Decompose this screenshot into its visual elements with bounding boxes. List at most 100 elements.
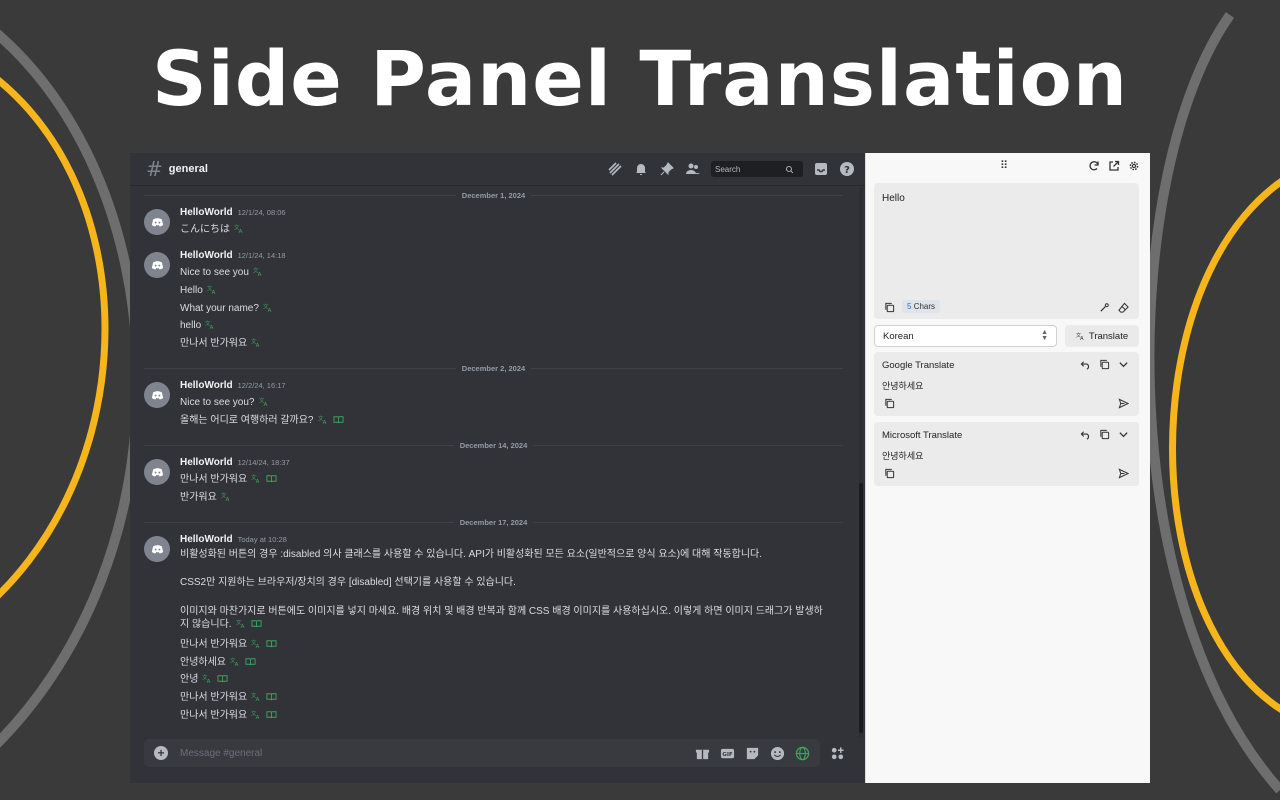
pin-icon[interactable] — [659, 161, 675, 177]
avatar[interactable] — [144, 382, 170, 408]
date-divider: December 2, 2024 — [144, 363, 843, 373]
translate-icon[interactable]: 文A — [318, 414, 329, 425]
result-toolbar — [1080, 359, 1129, 370]
book-icon[interactable] — [245, 656, 256, 667]
book-icon[interactable] — [266, 638, 277, 649]
message-author[interactable]: HelloWorld — [180, 380, 233, 391]
message-line: Nice to see you 文 A — [180, 266, 843, 279]
message-line: 안녕 文 A — [180, 673, 843, 686]
gif-icon[interactable]: GIF — [720, 746, 735, 761]
undo-icon[interactable] — [1080, 429, 1091, 440]
avatar[interactable] — [144, 459, 170, 485]
eraser-icon[interactable] — [1118, 302, 1129, 313]
svg-text:GIF: GIF — [722, 751, 733, 757]
bell-icon[interactable] — [633, 161, 649, 177]
svg-text:A: A — [263, 402, 267, 407]
translate-button[interactable]: 文A Translate — [1065, 325, 1139, 347]
discord-logo-icon — [151, 467, 163, 476]
svg-text:A: A — [256, 479, 260, 484]
chevron-down-icon[interactable] — [1118, 429, 1129, 440]
undo-icon[interactable] — [1080, 359, 1091, 370]
translate-icon[interactable]: 文A — [221, 491, 232, 502]
translate-icon[interactable]: 文A — [251, 709, 262, 720]
source-text-input[interactable]: Hello — [882, 193, 1127, 293]
message-line: 만나서 반가워요 文 A — [180, 473, 843, 486]
copy-icon[interactable] — [884, 302, 895, 313]
date-divider: December 14, 2024 — [144, 440, 843, 450]
translate-icon[interactable]: 文A — [253, 266, 264, 277]
copy-icon[interactable] — [884, 468, 895, 479]
message-author[interactable]: HelloWorld — [180, 534, 233, 545]
gift-icon[interactable] — [695, 746, 710, 761]
copy-icon[interactable] — [1099, 359, 1110, 370]
book-icon[interactable] — [251, 618, 262, 629]
help-icon[interactable]: ? — [839, 161, 855, 177]
message-timestamp: 12/2/24, 16:17 — [237, 381, 286, 390]
translate-icon[interactable]: 文A — [263, 302, 274, 313]
translate-icon[interactable]: 文A — [202, 673, 213, 684]
message-timestamp: 12/14/24, 18:37 — [237, 458, 290, 467]
translate-icon[interactable]: 文A — [251, 473, 262, 484]
book-icon[interactable] — [266, 709, 277, 720]
sticker-icon[interactable] — [745, 746, 760, 761]
globe-icon[interactable] — [795, 746, 810, 761]
svg-text:A: A — [256, 343, 260, 348]
members-icon[interactable] — [685, 161, 701, 177]
refresh-icon[interactable] — [1088, 160, 1100, 172]
date-divider: December 17, 2024 — [144, 517, 843, 527]
send-icon[interactable] — [1118, 468, 1129, 479]
avatar[interactable] — [144, 209, 170, 235]
svg-text:A: A — [268, 308, 272, 313]
translate-icon: 文A — [1076, 332, 1084, 341]
book-icon[interactable] — [332, 414, 344, 425]
drag-handle-icon[interactable]: ⠿ — [1000, 159, 1008, 172]
translate-icon[interactable]: 文A — [230, 656, 241, 667]
search-icon[interactable] — [785, 165, 794, 174]
message-author[interactable]: HelloWorld — [180, 207, 233, 218]
translate-icon[interactable]: 文A — [259, 396, 270, 407]
apps-icon[interactable] — [830, 746, 845, 761]
magic-wand-icon[interactable] — [1099, 302, 1110, 313]
avatar[interactable] — [144, 252, 170, 278]
translate-icon[interactable]: 文A — [236, 618, 247, 629]
message-line: What your name? 文 A — [180, 302, 843, 315]
translate-icon[interactable]: 文A — [205, 319, 216, 330]
result-card-google: Google Translate 안녕하세요 — [874, 352, 1139, 416]
copy-icon[interactable] — [884, 398, 895, 409]
inbox-icon[interactable] — [813, 161, 829, 177]
threads-icon[interactable] — [607, 161, 623, 177]
message-author[interactable]: HelloWorld — [180, 250, 233, 261]
search-input[interactable] — [715, 164, 785, 174]
settings-gear-icon[interactable] — [1128, 160, 1140, 172]
target-language-select[interactable]: Korean ▲ ▼ — [874, 325, 1057, 347]
translation-side-panel: ⠿ Hello 5 Chars Korean ▲ ▼ 文A Translate G… — [865, 153, 1150, 783]
book-icon[interactable] — [217, 673, 228, 684]
book-icon[interactable] — [266, 691, 277, 702]
message-line: 안녕하세요 文 A — [180, 656, 843, 669]
message-input[interactable] — [180, 747, 695, 759]
chevron-down-icon[interactable] — [1118, 359, 1129, 370]
copy-icon[interactable] — [1099, 429, 1110, 440]
translate-icon[interactable]: 文A — [251, 337, 262, 348]
book-icon[interactable] — [266, 473, 277, 484]
message-composer: + GIF — [144, 739, 820, 767]
emoji-icon[interactable] — [770, 746, 785, 761]
svg-text:A: A — [211, 290, 215, 295]
message-author[interactable]: HelloWorld — [180, 457, 233, 468]
date-divider: December 1, 2024 — [144, 190, 843, 200]
translate-icon[interactable]: 文A — [251, 638, 262, 649]
message-line: CSS2만 지원하는 브라우저/장치의 경우 [disabled] 선택기를 사… — [180, 577, 516, 588]
add-attachment-button[interactable]: + — [154, 746, 168, 760]
message-timestamp: 12/1/24, 08:06 — [237, 208, 286, 217]
send-icon[interactable] — [1118, 398, 1129, 409]
message-line: Nice to see you? 文 A — [180, 396, 843, 409]
open-external-icon[interactable] — [1108, 160, 1120, 172]
result-card-microsoft: Microsoft Translate 안녕하세요 — [874, 422, 1139, 486]
svg-text:?: ? — [844, 165, 850, 176]
svg-text:A: A — [322, 420, 326, 425]
translate-icon[interactable]: 文A — [207, 284, 218, 295]
translate-icon[interactable]: 文A — [234, 223, 245, 234]
scrollbar-thumb[interactable] — [859, 483, 863, 733]
translate-icon[interactable]: 文A — [251, 691, 262, 702]
avatar[interactable] — [144, 536, 170, 562]
